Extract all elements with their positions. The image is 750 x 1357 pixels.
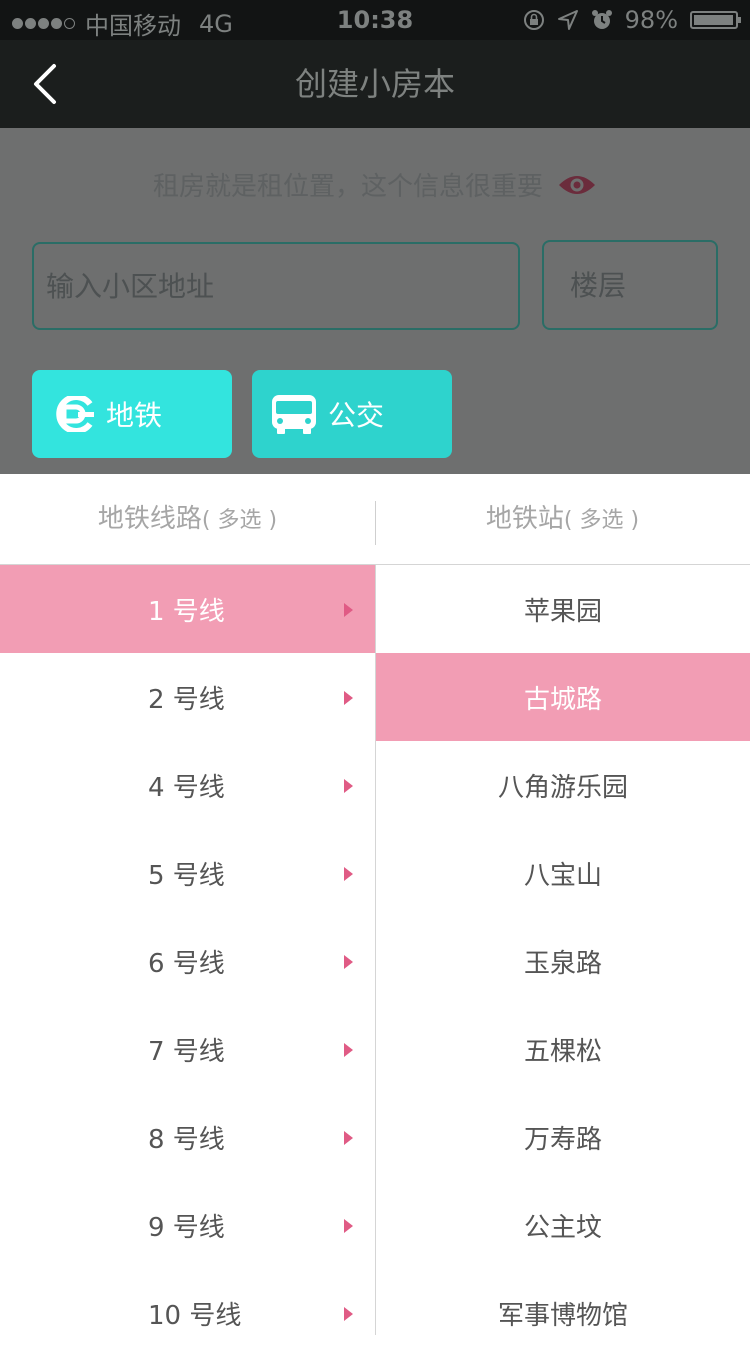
subway-line-label: 1 号线 (148, 596, 225, 627)
subway-station-item[interactable]: 五棵松 (376, 1005, 750, 1093)
bus-label: 公交 (328, 399, 385, 432)
subway-line-item[interactable]: 2 号线 (0, 653, 375, 741)
subway-line-item[interactable]: 4 号线 (0, 741, 375, 829)
subway-station-label: 八角游乐园 (497, 772, 628, 803)
stations-multi-select-note: ( 多选 ) (563, 508, 640, 533)
address-input[interactable] (32, 242, 520, 330)
subway-line-list: 1 号线 2 号线 4 号线 5 号线 6 号线 7 号线 8 号线 9 号线 10 号线 (0, 565, 375, 1357)
rotation-lock-icon (523, 10, 544, 30)
triangle-right-icon (344, 955, 353, 969)
subway-line-item[interactable]: 7 号线 (0, 1005, 375, 1093)
subway-logo-icon (56, 396, 94, 432)
subway-station-item[interactable]: 军事博物馆 (376, 1269, 750, 1357)
subway-station-item[interactable]: 万寿路 (376, 1093, 750, 1181)
subway-station-item[interactable]: 玉泉路 (376, 917, 750, 1005)
subway-line-label: 4 号线 (148, 772, 225, 803)
lines-multi-select-note: ( 多选 ) (201, 508, 278, 533)
subway-station-label: 苹果园 (523, 596, 602, 627)
subway-line-label: 8 号线 (148, 1124, 225, 1155)
subway-line-item[interactable]: 8 号线 (0, 1093, 375, 1181)
triangle-right-icon (344, 691, 353, 705)
eye-icon (559, 175, 595, 194)
location-hint: 租房就是租位置，这个信息很重要 (0, 166, 750, 203)
subway-line-item[interactable]: 10 号线 (0, 1269, 375, 1357)
triangle-right-icon (344, 1219, 353, 1233)
navigation-bar: 创建小房本 (0, 40, 750, 129)
lines-title-text: 地铁线路 (97, 504, 202, 534)
stations-title-text: 地铁站 (485, 504, 564, 534)
battery-percent: 98% (624, 6, 678, 34)
location-form: 租房就是租位置，这个信息很重要 地铁 (0, 128, 750, 474)
subway-line-item[interactable]: 9 号线 (0, 1181, 375, 1269)
picker-header: 地铁线路( 多选 ) 地铁站( 多选 ) (0, 474, 750, 565)
subway-line-item[interactable]: 6 号线 (0, 917, 375, 1005)
subway-line-label: 10 号线 (148, 1300, 242, 1331)
triangle-right-icon (344, 1307, 353, 1321)
stations-column-title: 地铁站( 多选 ) (375, 474, 750, 564)
lines-column-title: 地铁线路( 多选 ) (0, 474, 375, 564)
subway-picker: 地铁线路( 多选 ) 地铁站( 多选 ) 1 号线 2 号线 4 号线 5 号线 6 号… (0, 474, 750, 1335)
subway-line-label: 6 号线 (148, 948, 225, 979)
subway-line-item[interactable]: 5 号线 (0, 829, 375, 917)
subway-station-item[interactable]: 苹果园 (376, 565, 750, 653)
battery-icon (690, 11, 741, 29)
subway-station-label: 玉泉路 (523, 948, 602, 979)
subway-station-label: 军事博物馆 (497, 1300, 628, 1331)
page-title: 创建小房本 (294, 65, 455, 103)
floor-input[interactable] (542, 240, 718, 330)
subway-label: 地铁 (106, 399, 163, 432)
subway-line-label: 7 号线 (148, 1036, 225, 1067)
subway-station-label: 万寿路 (523, 1124, 602, 1155)
triangle-right-icon (344, 867, 353, 881)
subway-station-label: 八宝山 (523, 860, 602, 891)
triangle-right-icon (344, 603, 353, 617)
location-arrow-icon (557, 10, 578, 30)
subway-line-label: 5 号线 (148, 860, 225, 891)
alarm-icon (591, 10, 612, 29)
subway-station-list: 苹果园古城路八角游乐园八宝山玉泉路五棵松万寿路公主坟军事博物馆 (376, 565, 750, 1357)
subway-line-label: 2 号线 (148, 684, 225, 715)
triangle-right-icon (344, 779, 353, 793)
status-right: 98% (523, 6, 741, 34)
subway-line-item[interactable]: 1 号线 (0, 565, 375, 653)
subway-line-label: 9 号线 (148, 1212, 225, 1243)
subway-button[interactable]: 地铁 (32, 370, 232, 458)
hint-text: 租房就是租位置，这个信息很重要 (152, 172, 543, 202)
subway-station-label: 公主坟 (523, 1212, 602, 1243)
triangle-right-icon (344, 1131, 353, 1145)
bus-button[interactable]: 公交 (252, 370, 452, 458)
status-bar: 中国移动 4G 10:38 98% (0, 0, 750, 40)
subway-station-label: 古城路 (523, 684, 602, 715)
subway-station-item[interactable]: 八角游乐园 (376, 741, 750, 829)
subway-station-item[interactable]: 公主坟 (376, 1181, 750, 1269)
triangle-right-icon (344, 1043, 353, 1057)
bus-icon (272, 395, 316, 434)
subway-station-item[interactable]: 古城路 (376, 653, 750, 741)
subway-station-label: 五棵松 (523, 1036, 602, 1067)
subway-station-item[interactable]: 八宝山 (376, 829, 750, 917)
